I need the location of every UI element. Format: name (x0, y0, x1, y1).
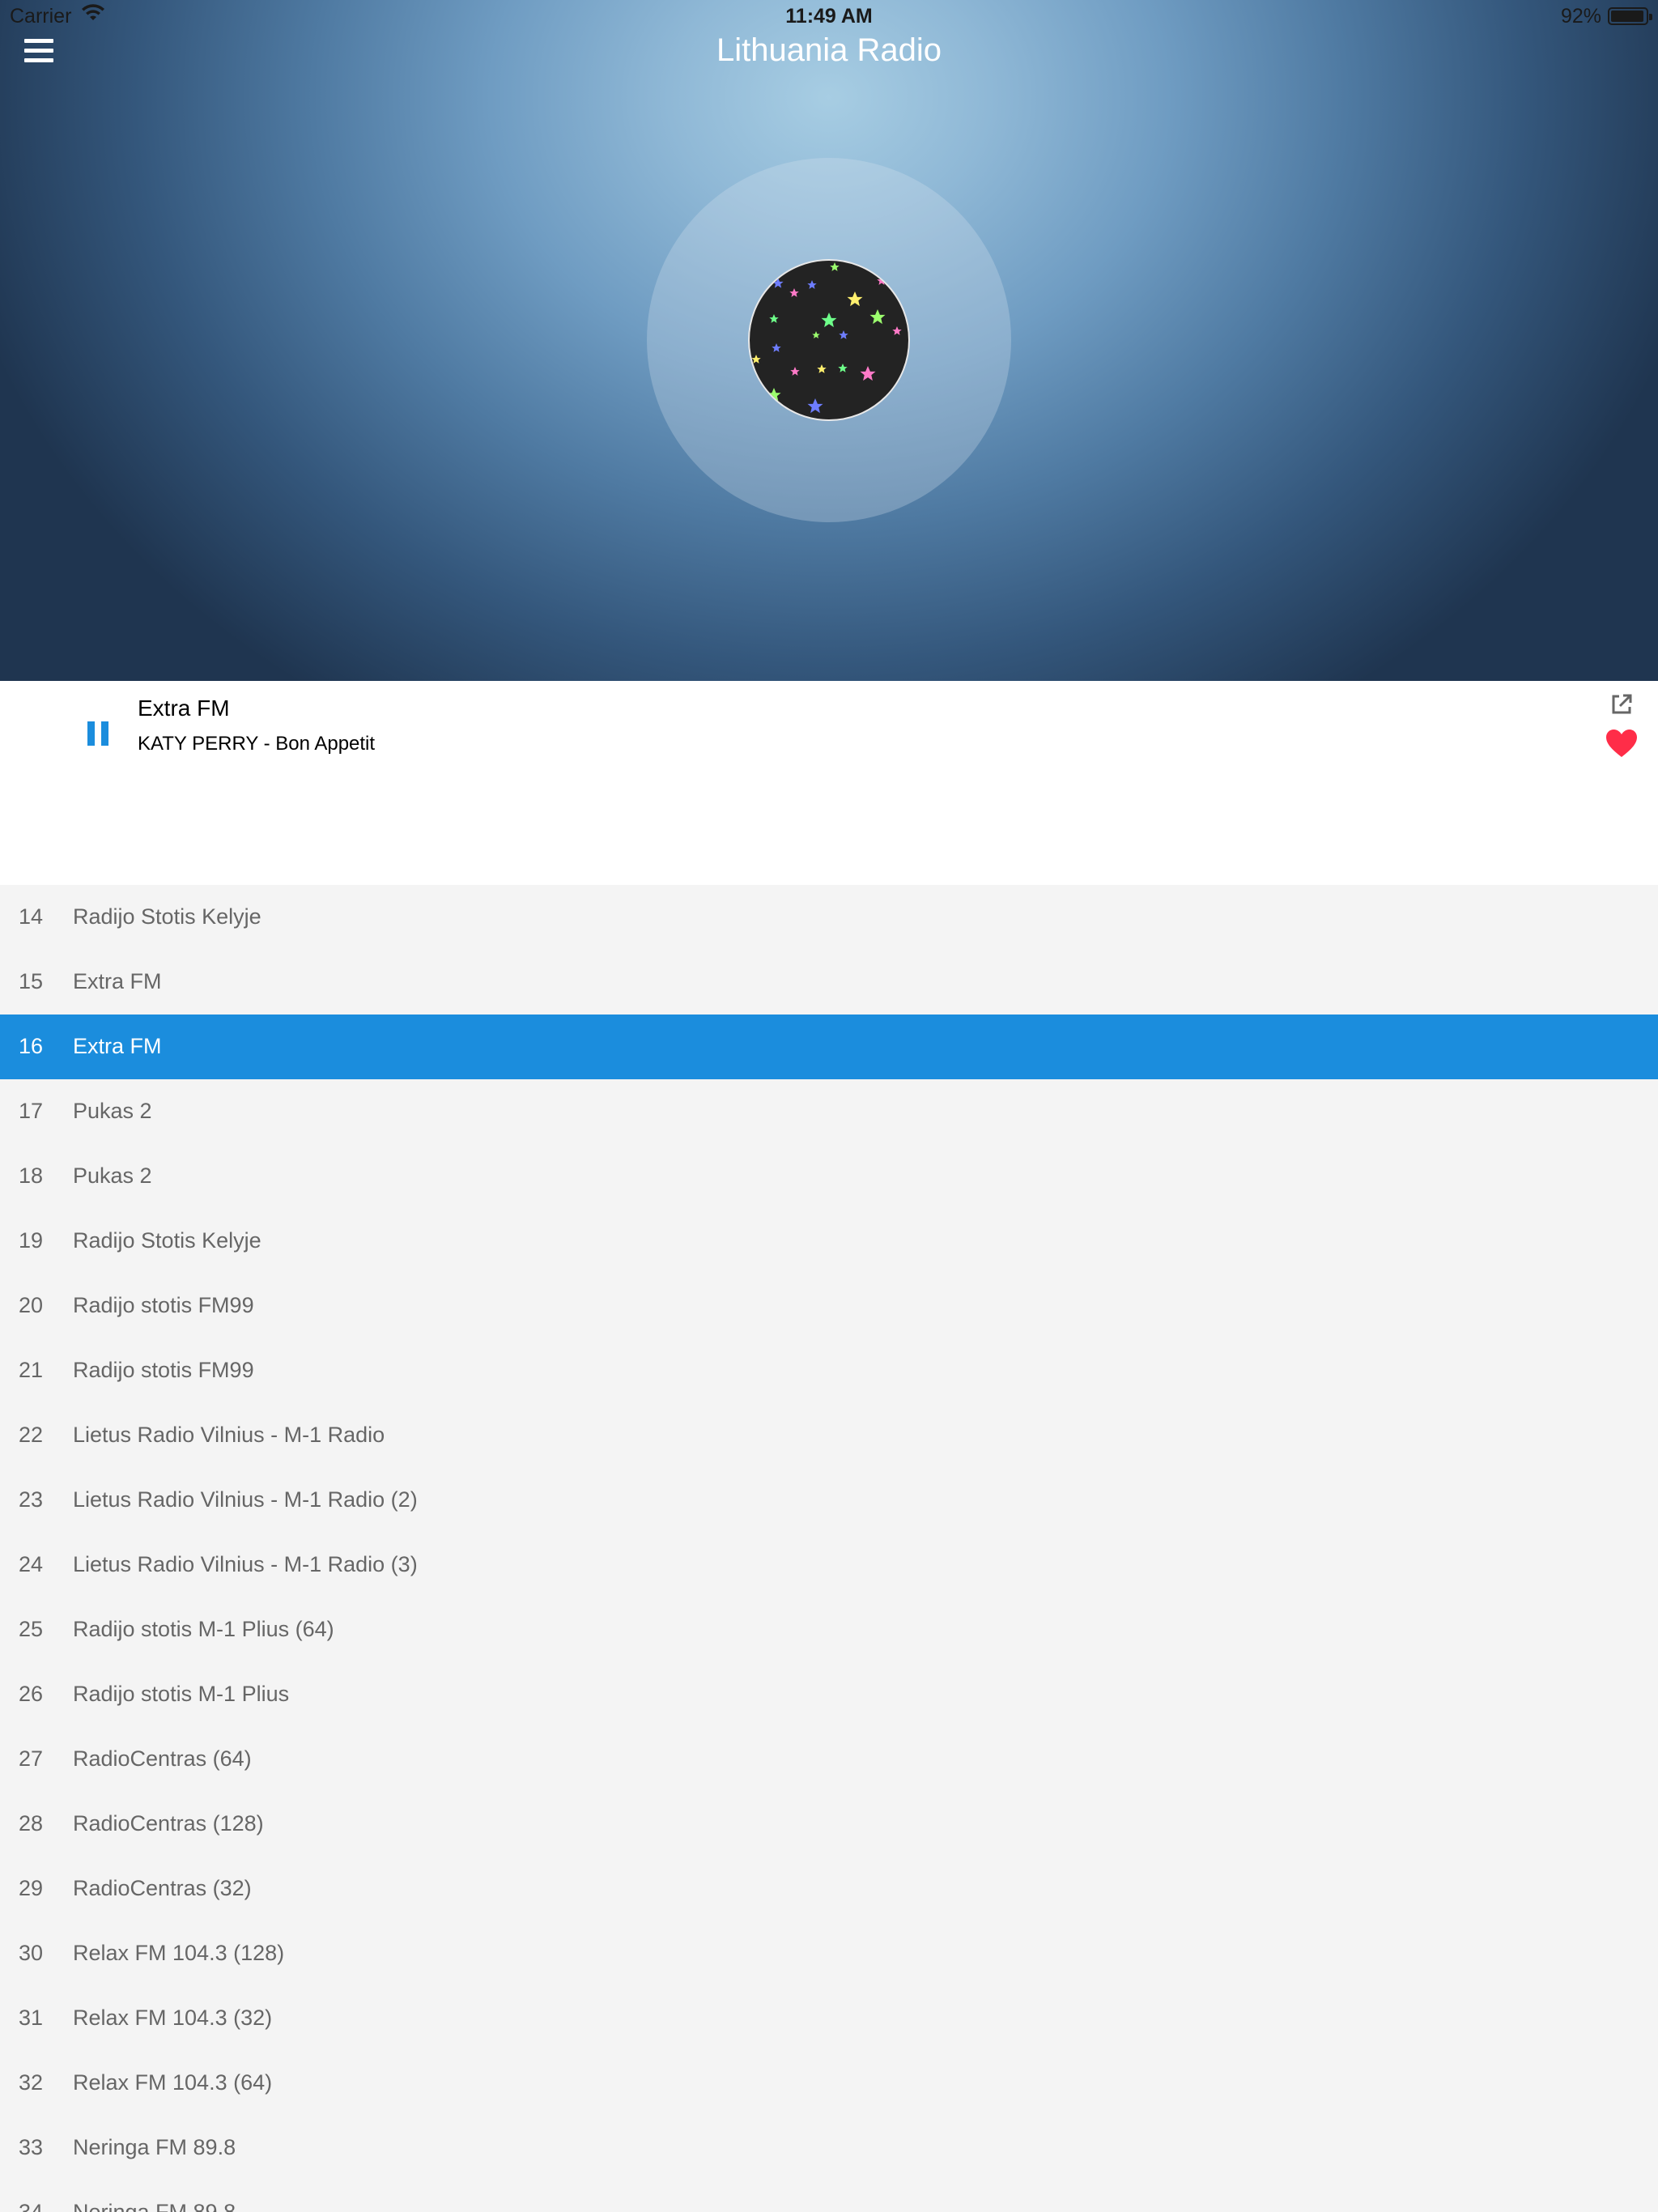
station-row[interactable]: 28 RadioCentras (128) (0, 1792, 1658, 1857)
station-number: 32 (19, 2070, 44, 2095)
station-name: Radijo stotis FM99 (73, 1358, 254, 1382)
station-row[interactable]: 33 Neringa FM 89.8 (0, 2116, 1658, 2180)
station-row[interactable]: 30 Relax FM 104.3 (128) (0, 1921, 1658, 1986)
now-playing-bar: Extra FM KATY PERRY - Bon Appetit (0, 681, 1658, 885)
station-number: 19 (19, 1228, 44, 1253)
station-row[interactable]: 29 RadioCentras (32) (0, 1857, 1658, 1921)
station-row[interactable]: 27 RadioCentras (64) (0, 1727, 1658, 1792)
station-number: 28 (19, 1811, 44, 1836)
station-row[interactable]: 24 Lietus Radio Vilnius - M-1 Radio (3) (0, 1533, 1658, 1597)
now-playing-station: Extra FM (138, 696, 230, 721)
station-row[interactable]: 26 Radijo stotis M-1 Plius (0, 1662, 1658, 1727)
station-number: 22 (19, 1423, 44, 1447)
station-name: Relax FM 104.3 (32) (73, 2006, 273, 2030)
station-name: Radijo stotis FM99 (73, 1293, 254, 1317)
station-name: RadioCentras (32) (73, 1876, 252, 1900)
station-name: Relax FM 104.3 (128) (73, 1941, 285, 1965)
station-name: RadioCentras (64) (73, 1746, 252, 1771)
hero-header: Carrier 11:49 AM 92% Lithuania Radio (0, 0, 1658, 681)
station-number: 15 (19, 969, 44, 993)
stars-artwork (751, 262, 902, 414)
station-row[interactable]: 18 Pukas 2 (0, 1144, 1658, 1209)
station-name: Neringa FM 89.8 (73, 2135, 236, 2159)
station-name: Radijo stotis M-1 Plius (64) (73, 1617, 334, 1641)
station-row[interactable]: 14 Radijo Stotis Kelyje (0, 885, 1658, 950)
station-row[interactable]: 19 Radijo Stotis Kelyje (0, 1209, 1658, 1274)
station-number: 21 (19, 1358, 44, 1382)
station-artwork (748, 259, 910, 421)
station-number: 31 (19, 2006, 44, 2030)
station-number: 14 (19, 904, 44, 929)
station-row[interactable]: 16 Extra FM (0, 1015, 1658, 1079)
page-title: Lithuania Radio (716, 32, 942, 68)
station-number: 26 (19, 1682, 44, 1706)
station-name: Radijo Stotis Kelyje (73, 904, 261, 929)
station-name: Lietus Radio Vilnius - M-1 Radio (2) (73, 1487, 418, 1512)
station-name: RadioCentras (128) (73, 1811, 264, 1836)
station-number: 33 (19, 2135, 44, 2159)
station-list: 14 Radijo Stotis Kelyje 15 Extra FM 16 Extra … (0, 885, 1658, 2212)
station-name: Neringa FM 89.8 (73, 2200, 236, 2212)
station-name: Lietus Radio Vilnius - M-1 Radio (3) (73, 1552, 418, 1576)
station-name: Extra FM (73, 969, 162, 993)
station-row[interactable]: 25 Radijo stotis M-1 Plius (64) (0, 1597, 1658, 1662)
now-playing-track: KATY PERRY - Bon Appetit (138, 733, 376, 755)
station-row[interactable]: 23 Lietus Radio Vilnius - M-1 Radio (2) (0, 1468, 1658, 1533)
station-row[interactable]: 21 Radijo stotis FM99 (0, 1338, 1658, 1403)
station-number: 27 (19, 1746, 44, 1771)
pause-icon[interactable] (87, 721, 108, 746)
share-icon[interactable] (1609, 692, 1634, 717)
station-row[interactable]: 31 Relax FM 104.3 (32) (0, 1986, 1658, 2051)
station-row[interactable]: 15 Extra FM (0, 950, 1658, 1015)
station-number: 16 (19, 1034, 44, 1058)
station-number: 34 (19, 2200, 44, 2212)
station-name: Relax FM 104.3 (64) (73, 2070, 273, 2095)
status-bar: Carrier 11:49 AM 92% (0, 0, 1658, 32)
station-name: Pukas 2 (73, 1163, 152, 1188)
station-number: 25 (19, 1617, 44, 1641)
app-screen: Carrier 11:49 AM 92% Lithuania Radio Ext… (0, 0, 1658, 2212)
station-name: Extra FM (73, 1034, 162, 1058)
station-number: 23 (19, 1487, 44, 1512)
station-name: Pukas 2 (73, 1099, 152, 1123)
station-number: 18 (19, 1163, 44, 1188)
station-number: 29 (19, 1876, 44, 1900)
station-number: 24 (19, 1552, 44, 1576)
station-number: 20 (19, 1293, 44, 1317)
clock: 11:49 AM (785, 5, 873, 28)
battery-icon (1608, 7, 1652, 25)
station-row[interactable]: 17 Pukas 2 (0, 1079, 1658, 1144)
station-row[interactable]: 22 Lietus Radio Vilnius - M-1 Radio (0, 1403, 1658, 1468)
station-name: Radijo Stotis Kelyje (73, 1228, 261, 1253)
station-name: Lietus Radio Vilnius - M-1 Radio (73, 1423, 385, 1447)
battery-percent: 92% (1560, 5, 1601, 28)
heart-icon[interactable] (1605, 728, 1639, 759)
station-name: Radijo stotis M-1 Plius (73, 1682, 290, 1706)
station-number: 30 (19, 1941, 44, 1965)
station-row[interactable]: 34 Neringa FM 89.8 (0, 2180, 1658, 2212)
station-number: 17 (19, 1099, 44, 1123)
station-row[interactable]: 32 Relax FM 104.3 (64) (0, 2051, 1658, 2116)
station-row[interactable]: 20 Radijo stotis FM99 (0, 1274, 1658, 1338)
